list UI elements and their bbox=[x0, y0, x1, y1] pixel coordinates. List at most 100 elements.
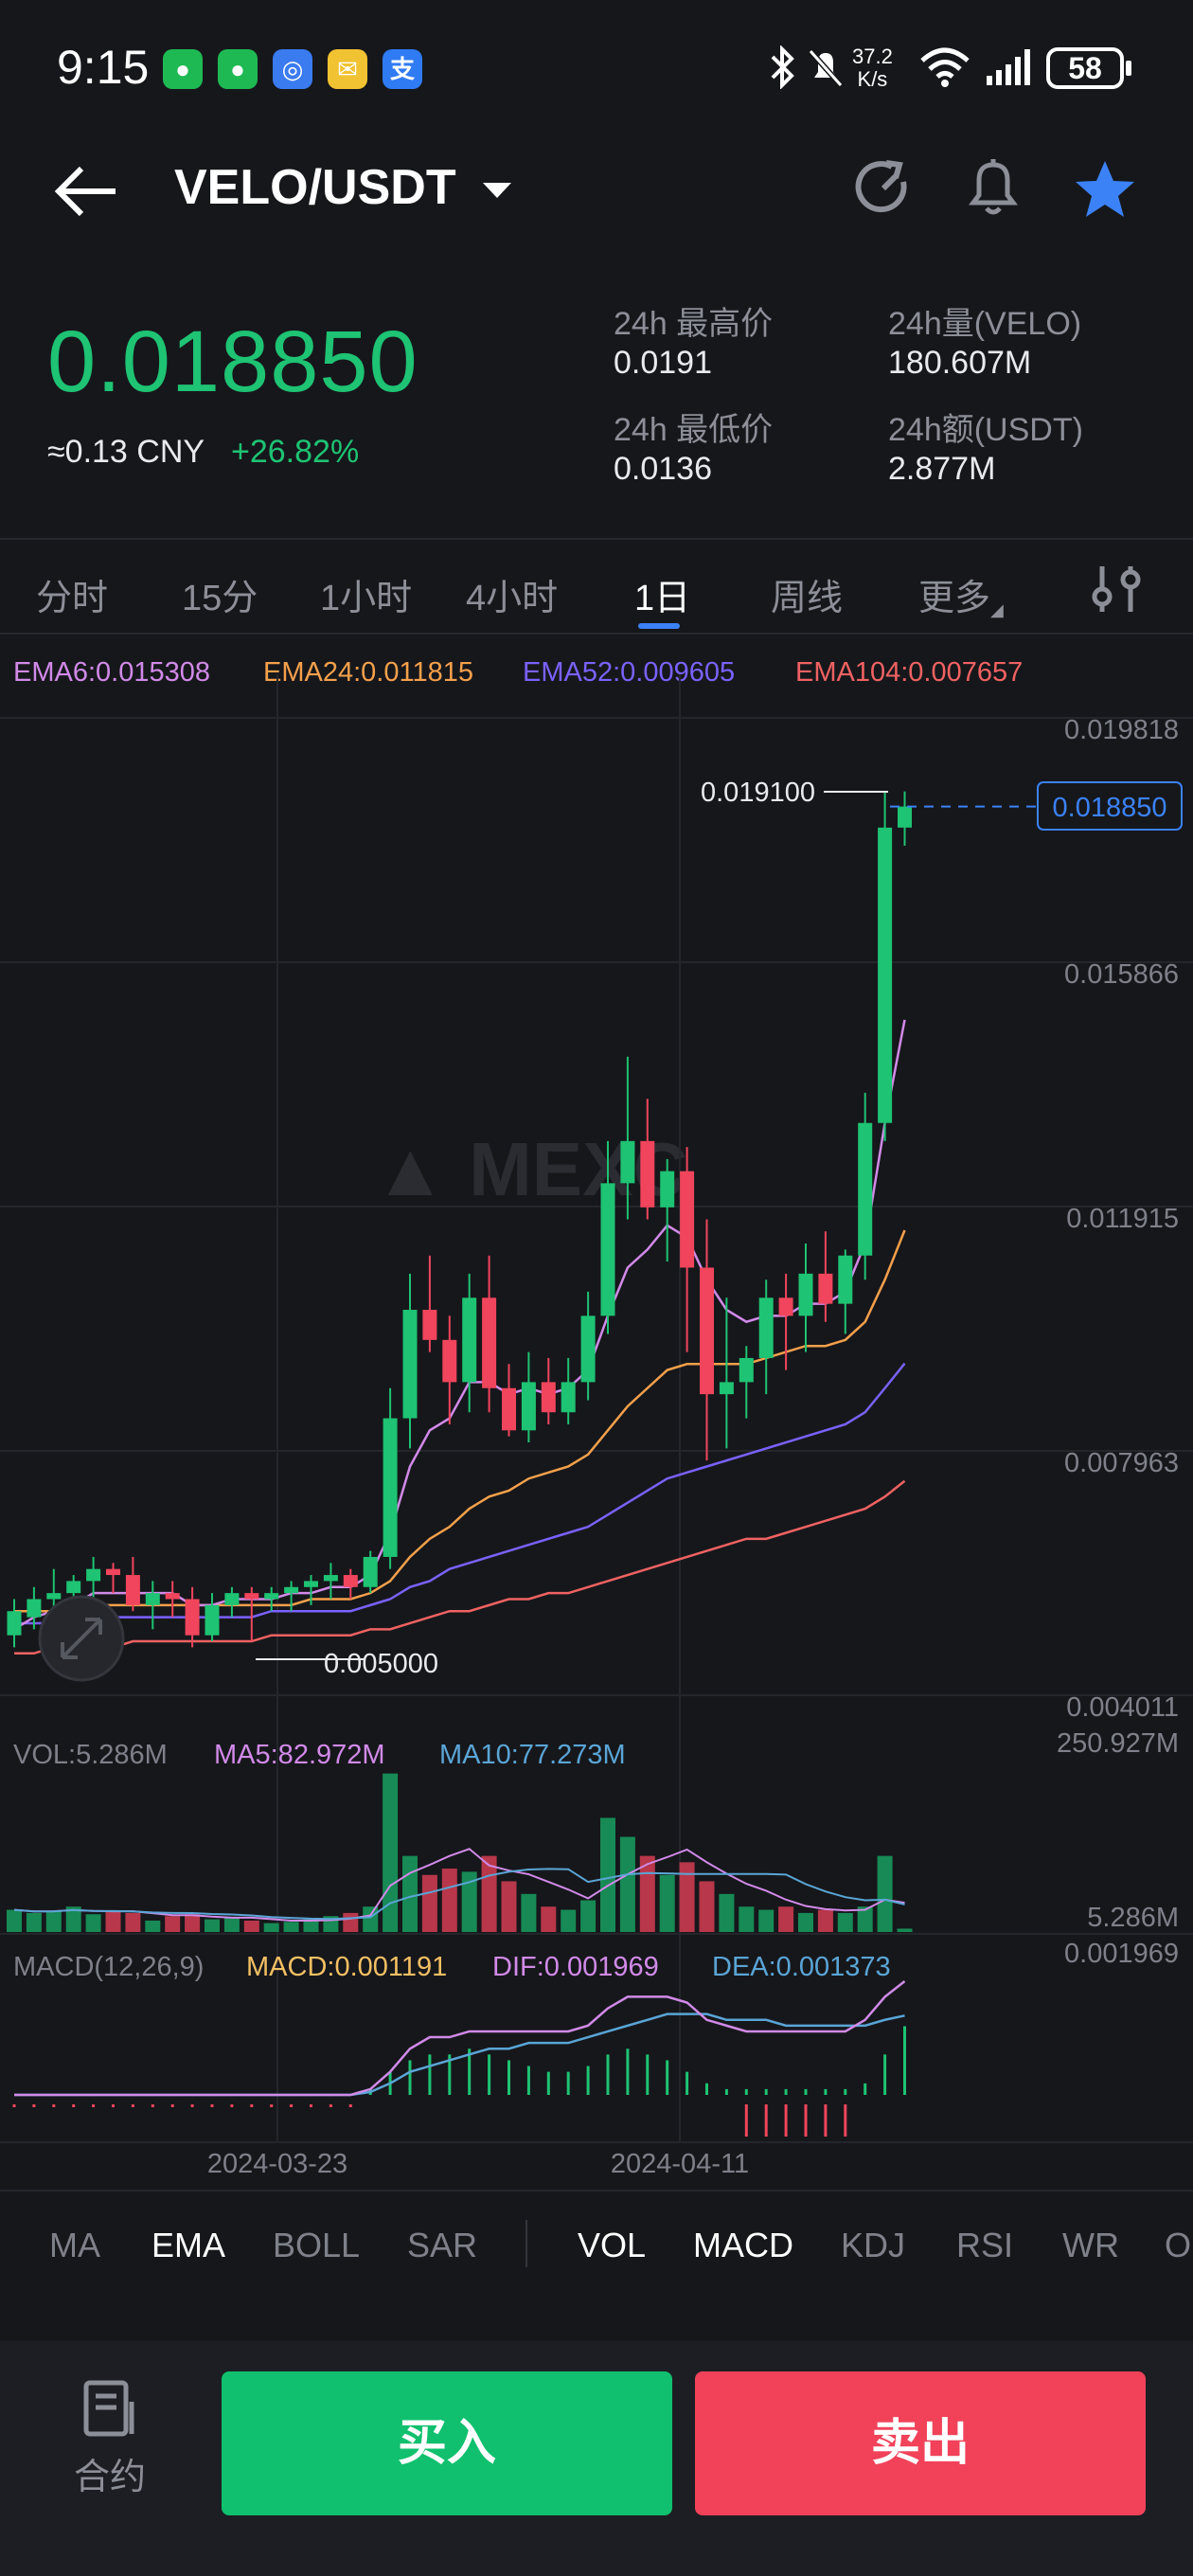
candle-body bbox=[580, 1315, 596, 1383]
buy-button[interactable]: 买入 bbox=[222, 2371, 672, 2515]
kline-chart[interactable]: EMA6:0.015308 EMA24:0.011815 EMA52:0.009… bbox=[0, 636, 1193, 2190]
kline-svg: ▲ MEXC 0.019818 0.015866 0.011915 0.0079… bbox=[0, 674, 1193, 2179]
volume-bar bbox=[561, 1909, 577, 1932]
candle-body bbox=[422, 1310, 437, 1340]
macd-hist-bar bbox=[32, 2104, 36, 2107]
indicator-boll[interactable]: BOLL bbox=[273, 2226, 360, 2265]
tab-more[interactable]: 更多◢ bbox=[918, 568, 1004, 620]
volume-bar bbox=[679, 1862, 695, 1932]
dropdown-caret-icon bbox=[483, 183, 512, 199]
macd-hist-bar bbox=[705, 2083, 708, 2095]
tab-1h[interactable]: 1小时 bbox=[320, 568, 412, 620]
indicator-ema[interactable]: EMA bbox=[151, 2226, 225, 2265]
macd-hist-bar bbox=[824, 2104, 828, 2137]
tab-4h[interactable]: 4小时 bbox=[466, 568, 558, 620]
macd-hist-bar bbox=[112, 2104, 115, 2107]
tab-15m[interactable]: 15分 bbox=[182, 568, 258, 620]
dea-label: DEA:0.001373 bbox=[712, 1952, 891, 1982]
tab-1d[interactable]: 1日 bbox=[634, 568, 690, 620]
price-axis-label: 0.007963 bbox=[1064, 1448, 1179, 1478]
indicator-kdj[interactable]: KDJ bbox=[841, 2226, 905, 2265]
volume-bar bbox=[85, 1914, 101, 1932]
more-caret-icon: ◢ bbox=[990, 600, 1004, 619]
candle-body bbox=[125, 1575, 140, 1605]
macd-hist-bar bbox=[408, 2060, 412, 2095]
macd-hist-bar bbox=[151, 2104, 154, 2107]
macd-hist-bar bbox=[52, 2104, 56, 2107]
candle-body bbox=[778, 1297, 793, 1316]
mail-icon: ✉ bbox=[328, 49, 367, 89]
macd-hist-bar bbox=[190, 2104, 194, 2107]
macd-hist-bar bbox=[348, 2104, 352, 2107]
favorite-star-icon[interactable] bbox=[1072, 157, 1138, 222]
candle-body bbox=[758, 1297, 774, 1358]
volume-bar bbox=[125, 1912, 141, 1932]
contract-button[interactable]: 合约 bbox=[72, 2379, 148, 2499]
indicator-wr[interactable]: WR bbox=[1062, 2226, 1119, 2265]
volume-bar bbox=[778, 1906, 794, 1932]
macd-hist-bar bbox=[844, 2088, 847, 2095]
macd-hist-bar bbox=[92, 2104, 96, 2107]
macd-hist-bar bbox=[210, 2104, 214, 2107]
mute-bell-icon bbox=[808, 49, 844, 87]
bell-icon[interactable] bbox=[962, 155, 1024, 222]
last-price: 0.018850 bbox=[47, 313, 418, 410]
candle-body bbox=[600, 1183, 615, 1316]
candle-body bbox=[541, 1382, 556, 1413]
candle-body bbox=[640, 1140, 655, 1208]
candle-body bbox=[185, 1599, 200, 1636]
candle-body bbox=[620, 1140, 635, 1184]
candle-body bbox=[739, 1357, 754, 1383]
trading-pair-title[interactable]: VELO/USDT bbox=[174, 159, 513, 216]
candle-body bbox=[402, 1310, 418, 1419]
price-axis-label: 0.011915 bbox=[1066, 1204, 1179, 1234]
dea-line bbox=[14, 2012, 905, 2097]
macd-hist-bar bbox=[844, 2104, 847, 2137]
refresh-icon[interactable] bbox=[852, 157, 915, 220]
indicator-vol[interactable]: VOL bbox=[578, 2226, 646, 2265]
macd-hist-bar bbox=[586, 2066, 590, 2095]
macd-hist-bar bbox=[744, 2088, 748, 2095]
candle-body bbox=[798, 1273, 813, 1316]
indicator-more[interactable]: O bbox=[1165, 2226, 1191, 2265]
bluetooth-icon bbox=[771, 45, 794, 89]
candle-body bbox=[27, 1599, 42, 1618]
candle-body bbox=[660, 1171, 675, 1208]
alipay-icon: 支 bbox=[383, 49, 422, 89]
volume-bar bbox=[719, 1893, 735, 1932]
volume-bar bbox=[421, 1874, 437, 1932]
back-arrow-icon[interactable] bbox=[51, 161, 119, 222]
tab-timeline[interactable]: 分时 bbox=[36, 568, 108, 620]
indicator-sar[interactable]: SAR bbox=[407, 2226, 477, 2265]
network-speed: 37.2 K/s bbox=[852, 45, 893, 91]
vol-label: VOL:5.286M bbox=[13, 1740, 168, 1770]
volume-bar bbox=[897, 1928, 913, 1932]
indicator-rsi[interactable]: RSI bbox=[956, 2226, 1013, 2265]
amount-label: 24h额(USDT) bbox=[888, 412, 1083, 448]
signal-icon bbox=[987, 49, 1030, 85]
candle-body bbox=[46, 1593, 62, 1600]
vol-axis-top: 250.927M bbox=[1057, 1728, 1179, 1759]
macd-hist-bar bbox=[626, 2048, 630, 2095]
low-marker-label: 0.005000 bbox=[324, 1649, 438, 1679]
macd-hist-bar bbox=[310, 2104, 312, 2107]
sell-button[interactable]: 卖出 bbox=[695, 2371, 1146, 2515]
indicator-ma[interactable]: MA bbox=[49, 2226, 100, 2265]
candle-body bbox=[7, 1611, 22, 1636]
candle-body bbox=[858, 1122, 873, 1256]
volume-bar bbox=[877, 1855, 893, 1932]
volume-bar bbox=[699, 1881, 715, 1932]
candle-body bbox=[521, 1382, 536, 1431]
indicator-macd[interactable]: MACD bbox=[693, 2226, 793, 2265]
active-tab-indicator bbox=[638, 623, 680, 629]
candle-body bbox=[700, 1267, 714, 1395]
volume-bar bbox=[798, 1912, 813, 1932]
volume-bar bbox=[283, 1922, 299, 1932]
candle-body bbox=[86, 1568, 101, 1582]
macd-hist-bar bbox=[824, 2088, 828, 2095]
volume-bar bbox=[7, 1909, 22, 1932]
tab-weekly[interactable]: 周线 bbox=[771, 568, 843, 620]
candle-body bbox=[502, 1387, 516, 1431]
chart-settings-icon[interactable] bbox=[1087, 563, 1146, 616]
macd-hist-bar bbox=[329, 2104, 332, 2107]
